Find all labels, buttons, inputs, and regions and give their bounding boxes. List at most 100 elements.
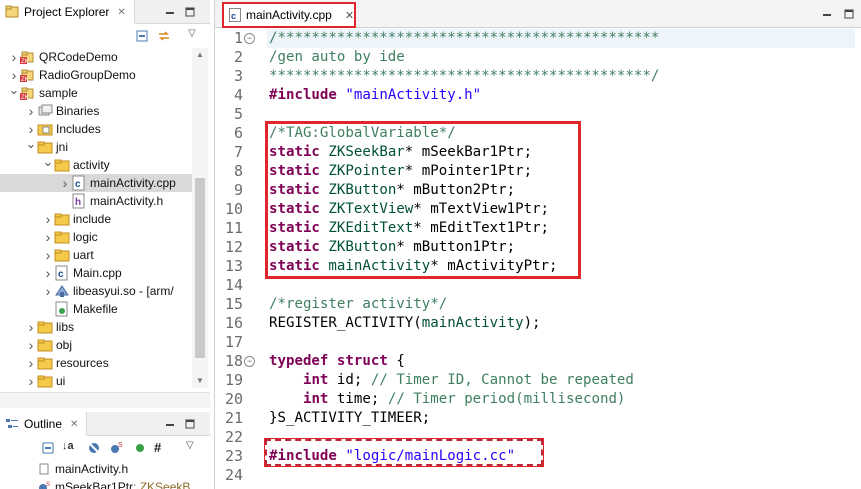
close-icon[interactable]: ✕ xyxy=(345,9,354,22)
chevron-right-icon[interactable]: › xyxy=(25,372,37,388)
svg-text:ZK: ZK xyxy=(21,95,29,101)
scrollbar-thumb[interactable] xyxy=(195,178,205,358)
scroll-up-icon[interactable]: ▲ xyxy=(196,50,204,59)
editor-vertical-scrollbar[interactable] xyxy=(855,29,861,489)
code-comment: /*register activity*/ xyxy=(269,296,448,312)
tree-item-resources[interactable]: › resources xyxy=(0,354,192,372)
chevron-down-icon[interactable]: ⌄ xyxy=(42,153,54,171)
code-line[interactable]: /***************************************… xyxy=(269,29,659,48)
link-with-editor-icon[interactable] xyxy=(156,28,172,44)
svg-text:c: c xyxy=(231,11,236,21)
hide-fields-icon[interactable] xyxy=(86,440,102,459)
tree-item-libeasyui-so-arm[interactable]: › libeasyui.so - [arm/ xyxy=(0,282,192,300)
chevron-down-icon[interactable]: ⌄ xyxy=(8,81,20,99)
code-line[interactable]: int id; // Timer ID, Cannot be repeated xyxy=(269,371,634,390)
chevron-right-icon[interactable]: › xyxy=(42,246,54,264)
tree-item-qrcodedemo[interactable]: › ZK QRCodeDemo xyxy=(0,48,192,66)
line-number: 12 xyxy=(224,238,243,256)
close-icon[interactable]: ✕ xyxy=(70,419,78,430)
maximize-icon[interactable] xyxy=(182,4,198,20)
collapse-all-icon[interactable] xyxy=(40,440,56,459)
chevron-right-icon[interactable]: › xyxy=(59,174,71,192)
code-line[interactable]: /*register activity*/ xyxy=(269,295,447,314)
outline-list: mainActivity.h S mSeekBar1Ptr : ZKSeekB xyxy=(0,459,210,489)
tree-item-uart[interactable]: › uart xyxy=(0,246,192,264)
tree-item-obj[interactable]: › obj xyxy=(0,336,192,354)
outline-item-field[interactable]: S mSeekBar1Ptr : ZKSeekB xyxy=(36,478,190,489)
hide-static-icon[interactable]: S xyxy=(108,440,124,459)
line-number: 4 xyxy=(233,86,243,104)
tree-item-main-cpp[interactable]: › c Main.cpp xyxy=(0,264,192,282)
code-text: }S_ACTIVITY_TIMEER; xyxy=(269,410,431,426)
code-line[interactable]: #include "mainActivity.h" xyxy=(269,86,481,105)
fold-toggle-icon[interactable]: − xyxy=(244,356,255,367)
tree-item-ui[interactable]: › ui xyxy=(0,372,192,388)
hide-nonpublic-icon[interactable] xyxy=(132,440,148,459)
tree-horizontal-scrollbar[interactable] xyxy=(0,392,210,408)
project-explorer-tab[interactable]: Project Explorer ✕ xyxy=(0,0,135,24)
code-keyword: struct xyxy=(336,353,388,369)
tree-item-makefile[interactable]: Makefile xyxy=(0,300,192,318)
editor-tab-bar: c mainActivity.cpp ✕ xyxy=(215,0,861,28)
line-number: 23 xyxy=(224,447,243,465)
tree-item-label: QRCodeDemo xyxy=(39,50,118,64)
folder-icon xyxy=(37,319,53,335)
close-icon[interactable]: ✕ xyxy=(117,7,125,18)
tree-item-mainactivity-cpp[interactable]: › c mainActivity.cpp xyxy=(0,174,192,192)
code-line[interactable]: int time; // Timer period(millisecond) xyxy=(269,390,625,409)
minimize-icon[interactable] xyxy=(819,6,835,22)
tree-item-logic[interactable]: › logic xyxy=(0,228,192,246)
tree-item-radiogroupdemo[interactable]: › ZK RadioGroupDemo xyxy=(0,66,192,84)
includes-icon xyxy=(37,121,53,137)
code-text: REGISTER_ACTIVITY( xyxy=(269,315,422,331)
minimize-icon[interactable] xyxy=(162,416,178,432)
code-text: time; xyxy=(328,391,388,407)
editor-tab-mainactivity-cpp[interactable]: c mainActivity.cpp ✕ xyxy=(222,2,356,28)
chevron-right-icon[interactable]: › xyxy=(25,318,37,336)
maximize-icon[interactable] xyxy=(182,416,198,432)
tree-item-binaries[interactable]: › Binaries xyxy=(0,102,192,120)
chevron-down-icon[interactable]: ⌄ xyxy=(25,135,37,153)
sort-icon[interactable]: ↓a xyxy=(62,440,74,452)
chevron-right-icon[interactable]: › xyxy=(42,228,54,246)
line-number-gutter: 1−2 3 4 5 6 7 8 9 10 11 12 13 14 15 16 17 18−19 20 21 22 23 2… xyxy=(215,29,257,489)
code-text: id; xyxy=(328,372,371,388)
tree-item-mainactivity-h[interactable]: h mainActivity.h xyxy=(0,192,192,210)
tree-item-libs[interactable]: › libs xyxy=(0,318,192,336)
outline-item-include[interactable]: mainActivity.h xyxy=(36,460,128,478)
tree-item-sample[interactable]: ⌄ ZK sample xyxy=(0,81,192,102)
minimize-icon[interactable] xyxy=(162,4,178,20)
chevron-right-icon[interactable]: › xyxy=(25,102,37,120)
outline-icon xyxy=(4,416,20,432)
chevron-right-icon[interactable]: › xyxy=(42,210,54,228)
view-menu-icon[interactable]: ▽ xyxy=(184,28,200,44)
tree-item-jni[interactable]: ⌄ jni xyxy=(0,135,192,156)
svg-text:S: S xyxy=(46,482,50,488)
fold-toggle-icon[interactable]: − xyxy=(244,33,255,44)
hide-macros-icon[interactable]: # xyxy=(154,440,161,455)
chevron-right-icon[interactable]: › xyxy=(8,48,20,66)
line-number: 15 xyxy=(224,295,243,313)
code-line[interactable]: }S_ACTIVITY_TIMEER; xyxy=(269,409,430,428)
collapse-all-icon[interactable] xyxy=(134,28,150,44)
scroll-down-icon[interactable]: ▼ xyxy=(196,376,204,385)
line-number: 3 xyxy=(233,67,243,85)
code-line[interactable]: ****************************************… xyxy=(269,67,659,86)
tree-item-activity[interactable]: ⌄ activity xyxy=(0,153,192,174)
code-line[interactable]: typedef struct { xyxy=(269,352,405,371)
view-menu-icon[interactable]: ▽ xyxy=(186,440,194,451)
folder-icon xyxy=(37,337,53,353)
code-line[interactable]: REGISTER_ACTIVITY(mainActivity); xyxy=(269,314,541,333)
chevron-right-icon[interactable]: › xyxy=(25,354,37,372)
chevron-right-icon[interactable]: › xyxy=(25,336,37,354)
tree-vertical-scrollbar[interactable]: ▲ ▼ xyxy=(192,48,208,388)
chevron-right-icon[interactable]: › xyxy=(42,282,54,300)
maximize-icon[interactable] xyxy=(841,6,857,22)
outline-tab[interactable]: Outline ✕ xyxy=(0,412,88,436)
code-comment: /gen auto by ide xyxy=(269,49,405,65)
tree-item-label: Main.cpp xyxy=(73,266,122,280)
chevron-right-icon[interactable]: › xyxy=(42,264,54,282)
code-line[interactable]: /gen auto by ide xyxy=(269,48,405,67)
tree-item-label: mainActivity.h xyxy=(90,194,164,208)
tree-item-include[interactable]: › include xyxy=(0,210,192,228)
